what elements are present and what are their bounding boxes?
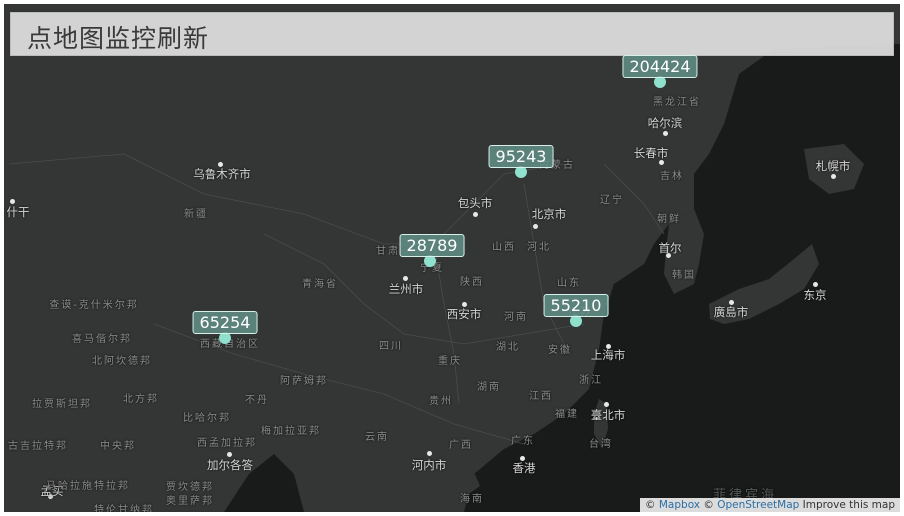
city-label-kolkata: 加尔各答 <box>207 458 253 472</box>
region-label-anhui: 安徽 <box>548 345 572 356</box>
region-label-taiwan: 台湾 <box>589 439 613 450</box>
city-dot-baotou <box>473 212 478 217</box>
copyright-symbol: © <box>645 499 656 511</box>
marker-value-label-3[interactable]: 28789 <box>399 234 465 257</box>
city-label-shanghai: 上海市 <box>590 348 626 362</box>
mapbox-link[interactable]: Mapbox <box>659 499 700 511</box>
region-label-odisha: 奥里萨邦 <box>166 496 214 507</box>
city-label-kashgar: 什干 <box>6 205 30 219</box>
region-label-guangdong: 广东 <box>511 436 535 447</box>
region-label-jharkhand: 贾坎德邦 <box>166 482 214 493</box>
region-label-rajasthan: 拉贾斯坦邦 <box>32 399 92 410</box>
city-label-changchun: 长春市 <box>633 146 669 160</box>
marker-value-label-4[interactable]: 55210 <box>543 294 609 317</box>
region-label-hainan: 海南 <box>460 494 484 505</box>
city-label-lanzhou: 兰州市 <box>388 282 424 296</box>
region-label-hubei: 湖北 <box>496 342 520 353</box>
city-label-baotou: 包头市 <box>457 196 493 210</box>
region-label-korea-south: 韩国 <box>672 270 696 281</box>
improve-map-link[interactable]: Improve this map <box>803 499 895 511</box>
region-label-himachal: 喜马偕尔邦 <box>72 334 132 345</box>
region-label-jilin: 吉林 <box>660 171 684 182</box>
city-dot-harbin <box>663 131 668 136</box>
region-label-gujarat: 古吉拉特邦 <box>8 441 68 452</box>
region-label-maharashtra: 马哈拉施特拉邦 <box>46 481 130 492</box>
title-bar: 点地图监控刷新 <box>10 12 894 56</box>
city-label-tokyo: 东京 <box>803 288 827 302</box>
city-label-hiroshima: 廣島市 <box>713 305 749 319</box>
page-title: 点地图监控刷新 <box>27 24 210 53</box>
region-label-korea-north: 朝鲜 <box>657 214 681 225</box>
city-label-xian: 西安市 <box>446 307 482 321</box>
region-label-shandong: 山东 <box>557 278 581 289</box>
region-label-shanxi: 山西 <box>492 242 516 253</box>
city-label-hanoi: 河内市 <box>411 458 447 472</box>
marker-value-label-5[interactable]: 65254 <box>192 311 258 334</box>
region-label-yunnan: 云南 <box>365 432 389 443</box>
marker-value-label-2[interactable]: 95243 <box>488 145 554 168</box>
marker-value-label-1[interactable]: 204424 <box>622 55 698 78</box>
region-label-westbengal: 西孟加拉邦 <box>197 438 257 449</box>
region-label-bihar: 比哈尔邦 <box>183 413 231 424</box>
region-label-guangxi: 广西 <box>449 440 473 451</box>
city-label-harbin: 哈尔滨 <box>647 116 683 130</box>
copyright-symbol-2: © <box>703 499 714 511</box>
region-label-liaoning: 辽宁 <box>600 195 624 206</box>
region-label-gansu: 甘肃 <box>376 246 400 257</box>
region-label-sichuan: 四川 <box>379 341 403 352</box>
region-label-bhutan: 不丹 <box>245 395 269 406</box>
region-label-qinghai: 青海省 <box>302 279 338 290</box>
region-label-uttarakhand: 北阿坎德邦 <box>92 356 152 367</box>
region-label-henan: 河南 <box>504 312 528 323</box>
region-label-heilongjiang: 黑龙江省 <box>653 97 701 108</box>
region-label-meghalaya: 梅加拉亚邦 <box>261 426 321 437</box>
region-label-jiangxi: 江西 <box>529 391 553 402</box>
city-label-sapporo: 札幌市 <box>815 159 851 173</box>
region-label-fujian: 福建 <box>555 409 579 420</box>
city-label-hongkong: 香港 <box>512 461 536 475</box>
region-label-telangana: 特伦甘纳邦 <box>94 505 154 512</box>
city-label-seoul: 首尔 <box>658 241 682 255</box>
map-container[interactable]: 点地图监控刷新 乌鲁木齐市 什干 包头市 北京市 哈尔滨 长春市 札幌市 首尔 … <box>4 4 900 512</box>
city-label-taipei: 臺北市 <box>590 408 626 422</box>
osm-link[interactable]: OpenStreetMap <box>717 499 799 511</box>
region-label-chongqing: 重庆 <box>438 356 462 367</box>
city-dot-sapporo <box>831 174 836 179</box>
city-dot-beijing <box>533 224 538 229</box>
region-label-guizhou: 贵州 <box>429 396 453 407</box>
region-label-assam: 阿萨姆邦 <box>280 376 328 387</box>
city-label-beijing: 北京市 <box>531 207 567 221</box>
region-label-xinjiang: 新疆 <box>184 209 208 220</box>
city-label-urumqi: 乌鲁木齐市 <box>193 167 251 181</box>
region-label-uttar: 北方邦 <box>123 394 159 405</box>
region-label-zhejiang: 浙江 <box>579 375 603 386</box>
city-dot-hanoi <box>427 451 432 456</box>
map-attribution: © Mapbox © OpenStreetMap Improve this ma… <box>640 498 900 512</box>
region-label-hebei: 河北 <box>527 242 551 253</box>
region-label-madhya: 中央邦 <box>100 441 136 452</box>
region-label-jammu: 查谟-克什米尔邦 <box>49 300 139 311</box>
region-label-shaanxi: 陕西 <box>460 277 484 288</box>
region-label-hunan: 湖南 <box>477 382 501 393</box>
